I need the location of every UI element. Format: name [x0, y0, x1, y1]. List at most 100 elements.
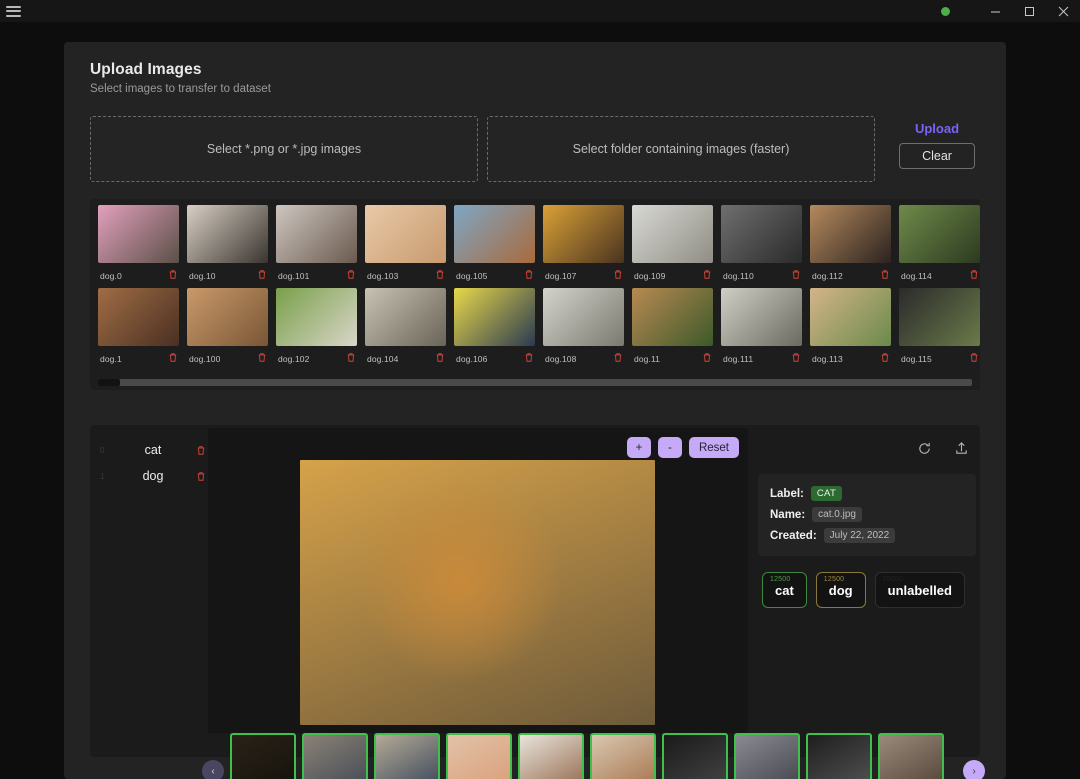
thumbnail-image[interactable] [543, 288, 624, 346]
thumbnail-card[interactable]: dog.102 [276, 288, 357, 371]
trash-icon[interactable] [702, 350, 712, 368]
thumbnail-cell[interactable]: dog.115 [895, 288, 984, 371]
thumbnail-card[interactable]: dog.106 [454, 288, 535, 371]
thumbnail-scrollbar-track[interactable] [98, 379, 972, 386]
thumbnail-card[interactable]: dog.111 [721, 288, 802, 371]
thumbnail-image[interactable] [276, 288, 357, 346]
thumbnail-cell[interactable]: dog.0 [94, 205, 183, 288]
thumbnail-image[interactable] [98, 288, 179, 346]
maximize-button[interactable] [1012, 0, 1046, 22]
carousel-thumbnail[interactable] [806, 733, 872, 779]
upload-share-icon[interactable] [954, 441, 969, 461]
minimize-button[interactable] [978, 0, 1012, 22]
selected-image-preview[interactable] [300, 460, 655, 725]
refresh-icon[interactable] [917, 441, 932, 461]
thumbnail-card[interactable]: dog.1 [98, 288, 179, 371]
thumbnail-cell[interactable]: dog.111 [717, 288, 806, 371]
thumbnail-image[interactable] [899, 288, 980, 346]
trash-icon[interactable] [346, 267, 356, 285]
thumbnail-image[interactable] [187, 288, 268, 346]
thumbnail-card[interactable]: dog.11 [632, 288, 713, 371]
assign-label-button-unlabelled[interactable]: 25000 unlabelled [874, 572, 965, 608]
carousel-thumbnail[interactable] [662, 733, 728, 779]
trash-icon[interactable] [791, 350, 801, 368]
trash-icon[interactable] [702, 267, 712, 285]
thumbnail-image[interactable] [721, 205, 802, 263]
trash-icon[interactable] [435, 267, 445, 285]
thumbnail-card[interactable]: dog.101 [276, 205, 357, 288]
thumbnail-card[interactable]: dog.112 [810, 205, 891, 288]
thumbnail-card[interactable]: dog.109 [632, 205, 713, 288]
thumbnail-card[interactable]: dog.107 [543, 205, 624, 288]
thumbnail-cell[interactable]: dog.107 [539, 205, 628, 288]
thumbnail-cell[interactable]: dog.114 [895, 205, 984, 288]
thumbnail-cell[interactable]: dog.103 [361, 205, 450, 288]
trash-icon[interactable] [969, 267, 979, 285]
thumbnail-cell[interactable]: dog.113 [806, 288, 895, 371]
thumbnail-card[interactable]: dog.110 [721, 205, 802, 288]
trash-icon[interactable] [524, 267, 534, 285]
thumbnail-image[interactable] [721, 288, 802, 346]
label-list-item[interactable]: 1 dog [96, 463, 214, 489]
carousel-thumbnail[interactable] [878, 733, 944, 779]
hamburger-menu-icon[interactable] [0, 5, 26, 17]
trash-icon[interactable] [524, 350, 534, 368]
trash-icon[interactable] [168, 350, 178, 368]
thumbnail-image[interactable] [810, 288, 891, 346]
thumbnail-image[interactable] [276, 205, 357, 263]
thumbnail-image[interactable] [543, 205, 624, 263]
thumbnail-cell[interactable]: dog.110 [717, 205, 806, 288]
thumbnail-card[interactable]: dog.105 [454, 205, 535, 288]
carousel-thumbnail[interactable] [302, 733, 368, 779]
zoom-out-button[interactable]: - [657, 437, 682, 458]
thumbnail-cell[interactable]: dog.10 [183, 205, 272, 288]
thumbnail-image[interactable] [632, 205, 713, 263]
carousel-thumbnail[interactable] [734, 733, 800, 779]
thumbnail-image[interactable] [810, 205, 891, 263]
thumbnail-cell[interactable]: dog.112 [806, 205, 895, 288]
thumbnail-card[interactable]: dog.104 [365, 288, 446, 371]
thumbnail-card[interactable]: dog.115 [899, 288, 980, 371]
zoom-reset-button[interactable]: Reset [688, 437, 739, 458]
thumbnail-cell[interactable]: dog.108 [539, 288, 628, 371]
carousel-thumbnail[interactable] [590, 733, 656, 779]
carousel-thumbnail[interactable] [374, 733, 440, 779]
trash-icon[interactable] [168, 267, 178, 285]
carousel-next-button[interactable]: › [963, 760, 985, 779]
label-list-item[interactable]: 0 cat [96, 437, 214, 463]
carousel-thumbnail[interactable] [446, 733, 512, 779]
thumbnail-card[interactable]: dog.114 [899, 205, 980, 288]
trash-icon[interactable] [791, 267, 801, 285]
trash-icon[interactable] [346, 350, 356, 368]
trash-icon[interactable] [257, 267, 267, 285]
carousel-thumbnail[interactable] [230, 733, 296, 779]
thumbnail-cell[interactable]: dog.101 [272, 205, 361, 288]
thumbnail-cell[interactable]: dog.106 [450, 288, 539, 371]
thumbnail-cell[interactable]: dog.102 [272, 288, 361, 371]
trash-icon[interactable] [613, 350, 623, 368]
dropzone-select-files[interactable]: Select *.png or *.jpg images [90, 116, 478, 182]
assign-label-button-cat[interactable]: 12500 cat [762, 572, 807, 608]
dropzone-select-folder[interactable]: Select folder containing images (faster) [487, 116, 875, 182]
thumbnail-image[interactable] [899, 205, 980, 263]
close-button[interactable] [1046, 0, 1080, 22]
thumbnail-scrollbar-thumb[interactable] [98, 379, 120, 386]
carousel-thumbnail[interactable] [518, 733, 584, 779]
thumbnail-card[interactable]: dog.100 [187, 288, 268, 371]
clear-button[interactable]: Clear [899, 143, 975, 169]
thumbnail-image[interactable] [98, 205, 179, 263]
thumbnail-card[interactable]: dog.0 [98, 205, 179, 288]
thumbnail-card[interactable]: dog.113 [810, 288, 891, 371]
thumbnail-image[interactable] [454, 288, 535, 346]
thumbnail-cell[interactable]: dog.105 [450, 205, 539, 288]
trash-icon[interactable] [435, 350, 445, 368]
trash-icon[interactable] [880, 350, 890, 368]
trash-icon[interactable] [969, 350, 979, 368]
trash-icon[interactable] [613, 267, 623, 285]
carousel-prev-button[interactable]: ‹ [202, 760, 224, 779]
zoom-in-button[interactable]: + [626, 437, 651, 458]
trash-icon[interactable] [880, 267, 890, 285]
thumbnail-cell[interactable]: dog.100 [183, 288, 272, 371]
thumbnail-image[interactable] [187, 205, 268, 263]
upload-button[interactable]: Upload [915, 121, 959, 136]
